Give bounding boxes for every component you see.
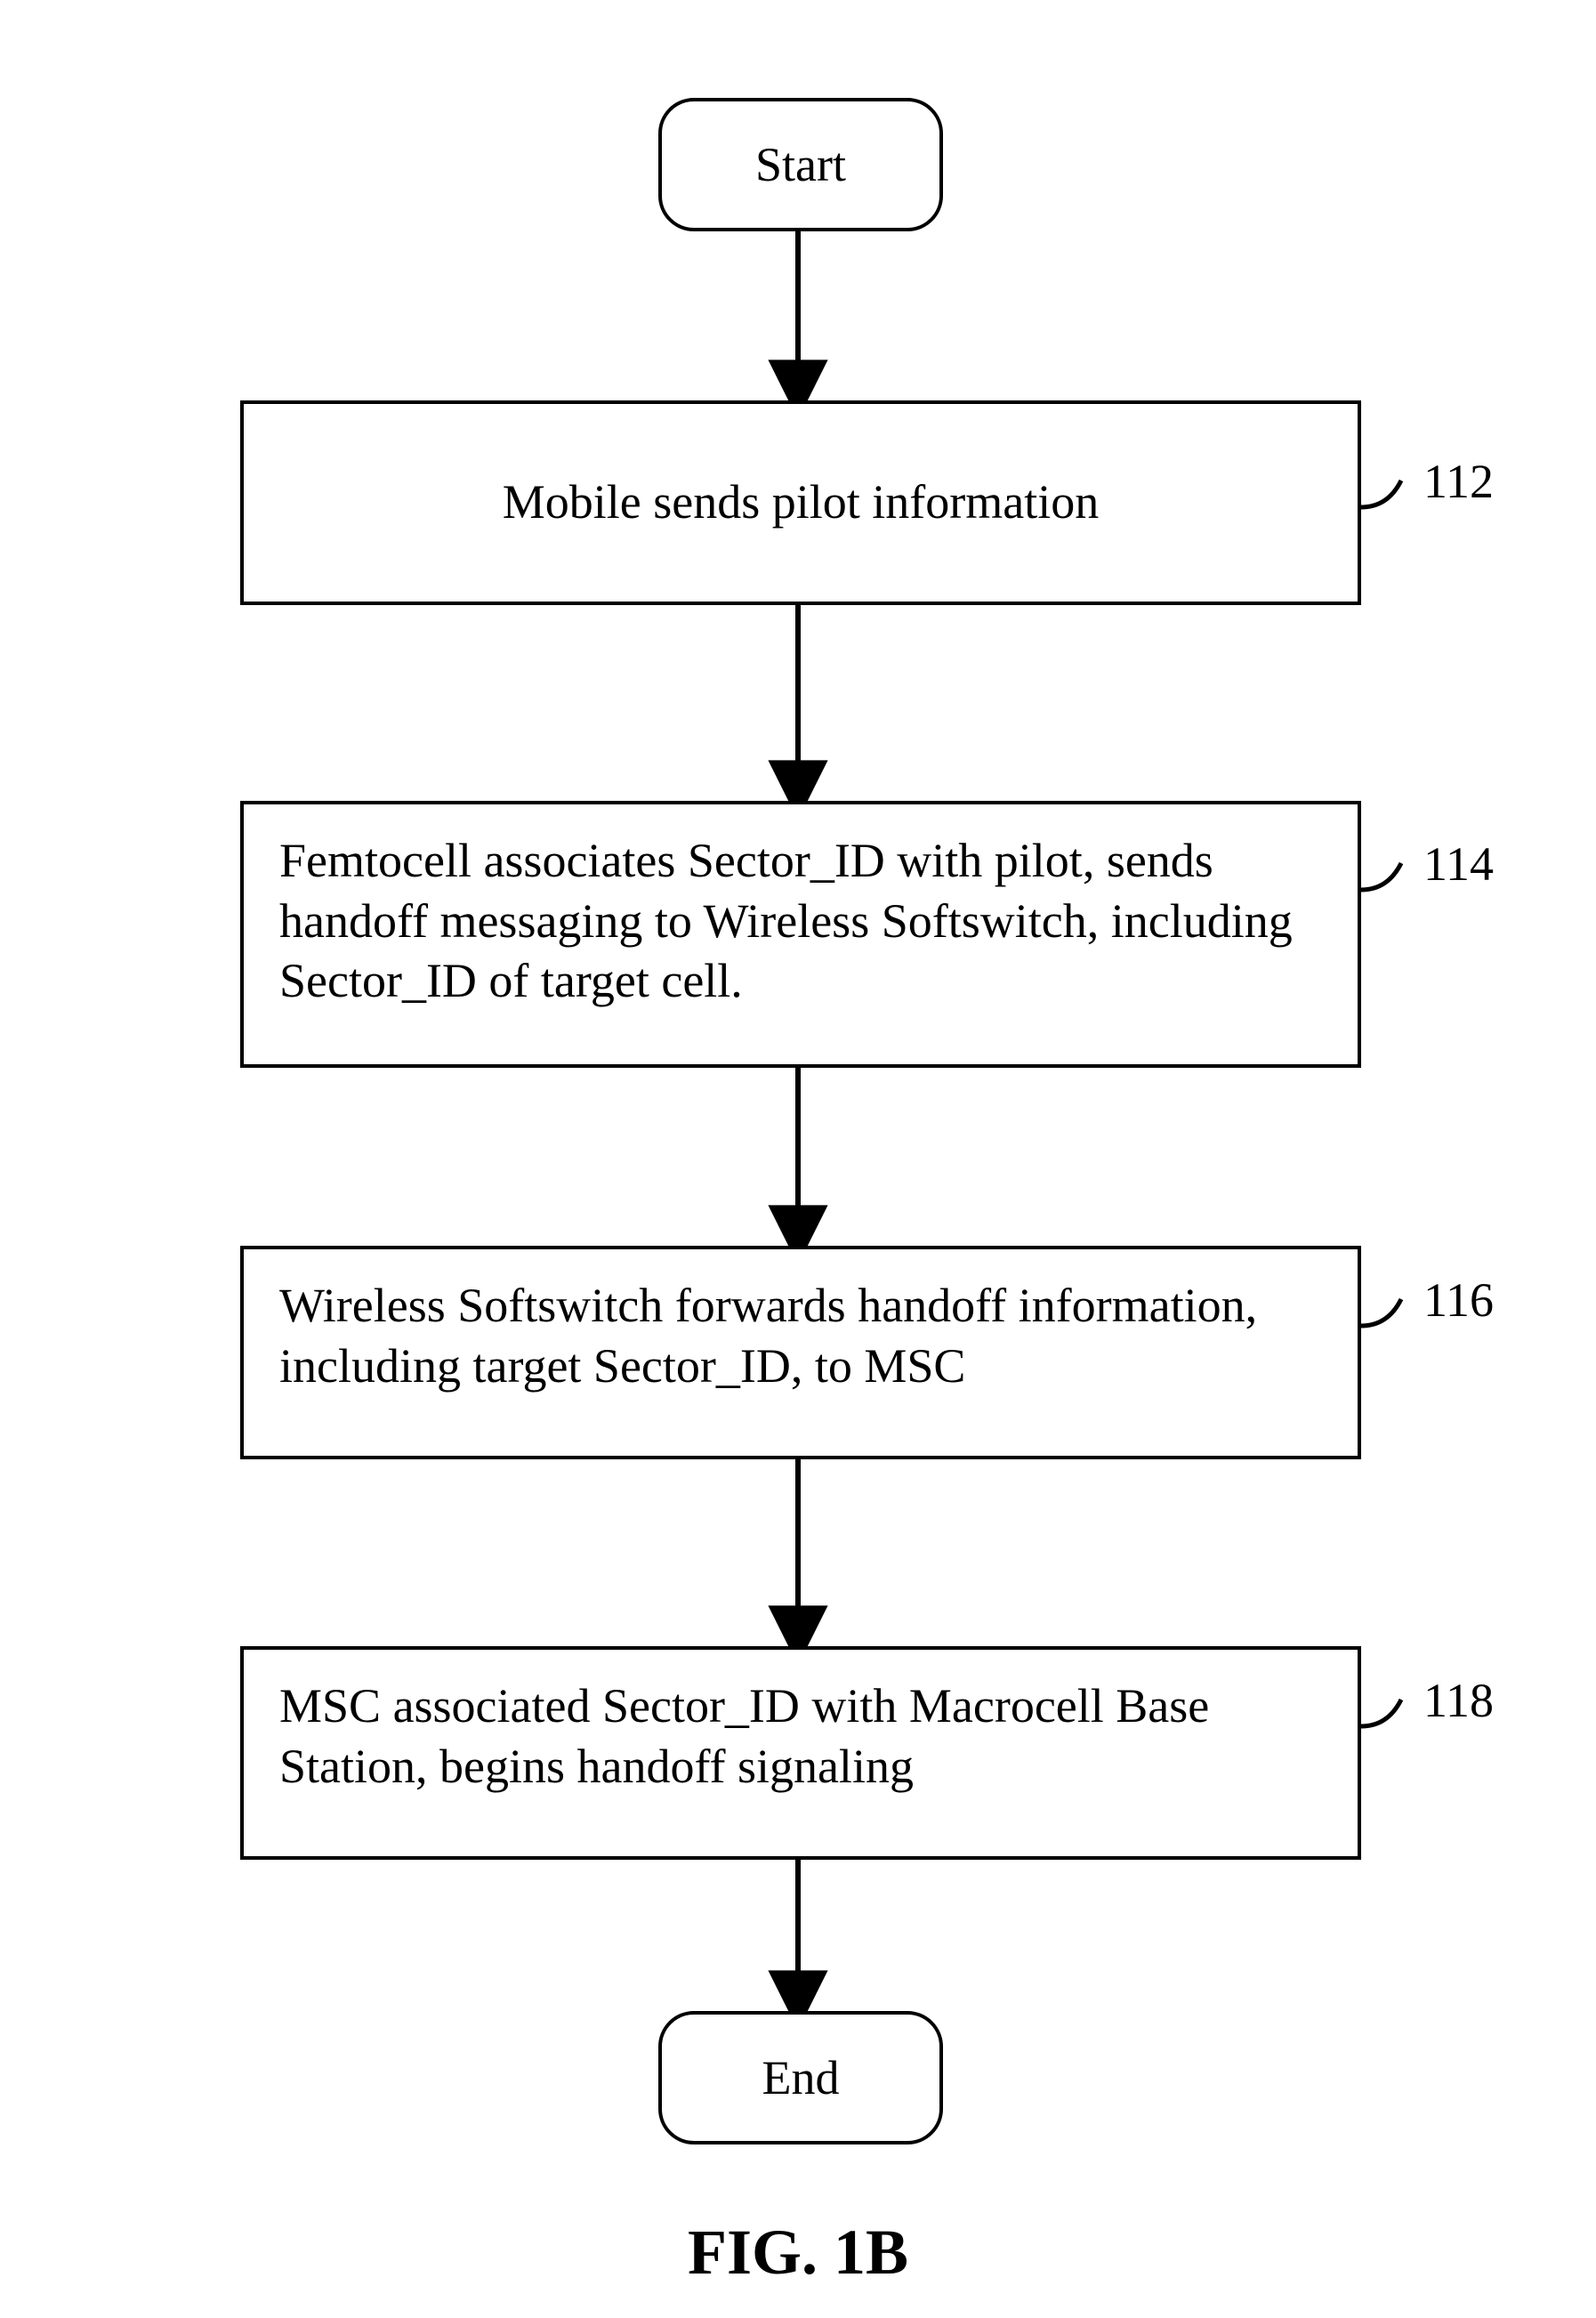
terminal-end: End bbox=[658, 2011, 943, 2144]
process-step-112-text: Mobile sends pilot information bbox=[503, 472, 1099, 533]
process-step-118-text: MSC associated Sector_ID with Macrocell … bbox=[279, 1676, 1322, 1797]
process-step-116: Wireless Softswitch forwards handoff inf… bbox=[240, 1246, 1361, 1459]
process-step-116-text: Wireless Softswitch forwards handoff inf… bbox=[279, 1276, 1322, 1396]
flowchart-canvas: Start Mobile sends pilot information 112… bbox=[0, 0, 1596, 2318]
process-step-112: Mobile sends pilot information bbox=[240, 400, 1361, 605]
terminal-end-label: End bbox=[762, 2050, 840, 2105]
figure-caption: FIG. 1B bbox=[0, 2216, 1596, 2290]
connectors bbox=[0, 0, 1596, 2318]
step-number-118: 118 bbox=[1423, 1673, 1494, 1728]
process-step-114-text: Femtocell associates Sector_ID with pilo… bbox=[279, 831, 1322, 1012]
terminal-start: Start bbox=[658, 98, 943, 231]
step-number-116: 116 bbox=[1423, 1272, 1494, 1328]
step-number-114: 114 bbox=[1423, 836, 1494, 892]
step-number-112: 112 bbox=[1423, 454, 1494, 509]
terminal-start-label: Start bbox=[755, 137, 846, 192]
process-step-118: MSC associated Sector_ID with Macrocell … bbox=[240, 1646, 1361, 1860]
process-step-114: Femtocell associates Sector_ID with pilo… bbox=[240, 801, 1361, 1068]
